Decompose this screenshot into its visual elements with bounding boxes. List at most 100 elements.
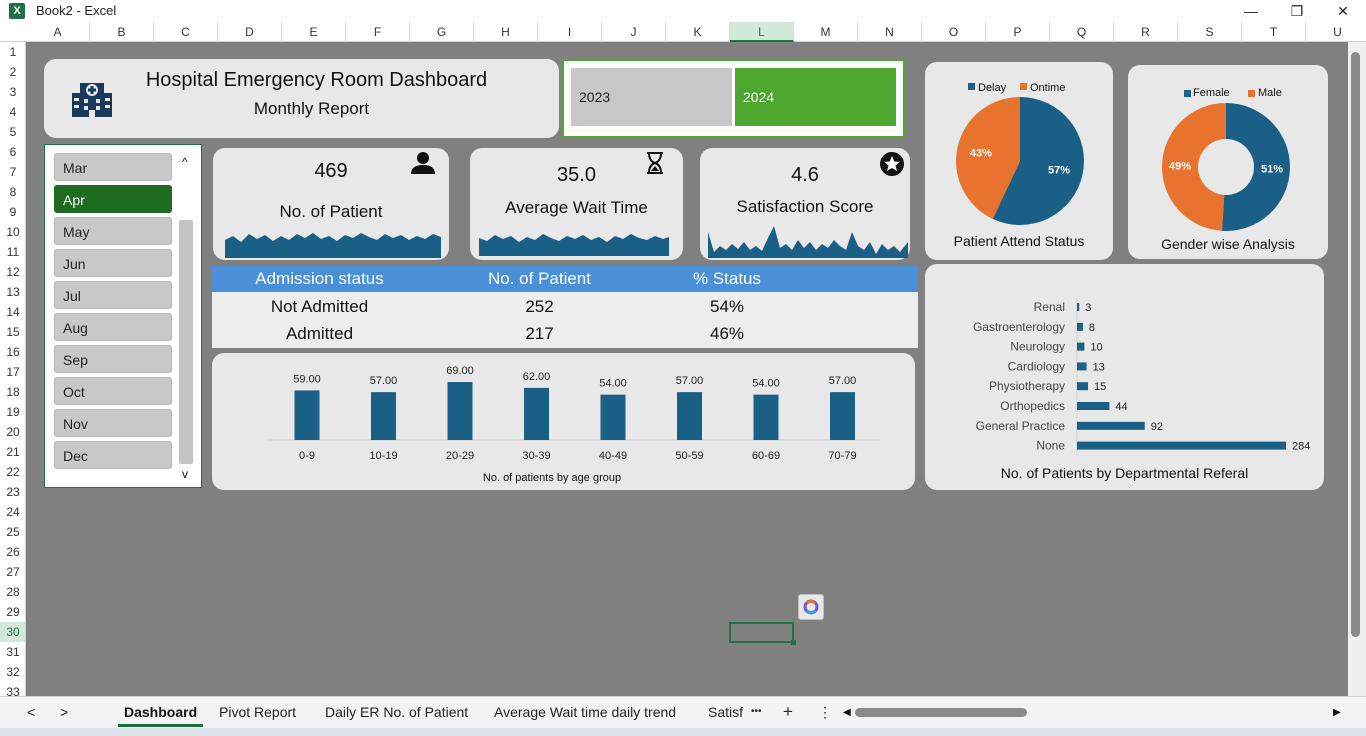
month-item-aug[interactable]: Aug	[54, 313, 172, 341]
tab-daily-er[interactable]: Daily ER No. of Patient	[325, 697, 468, 727]
row-header-26[interactable]: 26	[0, 542, 25, 562]
page-title: Hospital Emergency Room Dashboard	[145, 69, 488, 91]
row-header-8[interactable]: 8	[0, 182, 25, 202]
donut-hole	[1198, 139, 1254, 195]
restore-button[interactable]: ❐	[1274, 0, 1320, 22]
year-button-2023[interactable]: 2023	[571, 68, 732, 126]
row-header-14[interactable]: 14	[0, 302, 25, 322]
row-header-11[interactable]: 11	[0, 242, 25, 262]
row-header-20[interactable]: 20	[0, 422, 25, 442]
row-header-25[interactable]: 25	[0, 522, 25, 542]
fill-handle[interactable]	[791, 640, 796, 645]
add-sheet-button[interactable]: +	[783, 697, 793, 727]
copilot-button[interactable]	[798, 594, 824, 620]
scroll-up-icon[interactable]: ^	[182, 155, 188, 169]
sheet-menu-button[interactable]: ⋮	[818, 697, 832, 727]
row-header-5[interactable]: 5	[0, 122, 25, 142]
close-button[interactable]: ✕	[1320, 0, 1366, 22]
row-header-3[interactable]: 3	[0, 82, 25, 102]
column-header-l[interactable]: L	[730, 22, 794, 42]
row-header-31[interactable]: 31	[0, 642, 25, 662]
column-header-j[interactable]: J	[602, 22, 666, 42]
row-header-1[interactable]: 1	[0, 42, 25, 62]
row-header-28[interactable]: 28	[0, 582, 25, 602]
horizontal-scroll-thumb[interactable]	[855, 708, 1027, 717]
row-header-21[interactable]: 21	[0, 442, 25, 462]
vertical-scroll-thumb[interactable]	[1351, 52, 1360, 637]
column-header-p[interactable]: P	[986, 22, 1050, 42]
slicer-scrollbar[interactable]: ^ v	[179, 153, 193, 481]
column-header-q[interactable]: Q	[1050, 22, 1114, 42]
column-header-r[interactable]: R	[1114, 22, 1178, 42]
column-header-f[interactable]: F	[346, 22, 410, 42]
row-header-16[interactable]: 16	[0, 342, 25, 362]
scroll-right-icon[interactable]: ▶	[1333, 707, 1341, 718]
column-header-k[interactable]: K	[666, 22, 730, 42]
column-header-e[interactable]: E	[282, 22, 346, 42]
next-sheet-button[interactable]: >	[60, 697, 68, 727]
tab-satisf[interactable]: Satisf	[708, 697, 743, 727]
column-header-t[interactable]: T	[1242, 22, 1306, 42]
tab-average-wait[interactable]: Average Wait time daily trend	[494, 697, 676, 727]
bar-0-9	[294, 390, 320, 440]
column-header-b[interactable]: B	[90, 22, 154, 42]
row-header-6[interactable]: 6	[0, 142, 25, 162]
column-header-m[interactable]: M	[794, 22, 858, 42]
scroll-left-icon[interactable]: ◀	[843, 707, 851, 718]
row-header-24[interactable]: 24	[0, 502, 25, 522]
row-header-7[interactable]: 7	[0, 162, 25, 182]
column-header-n[interactable]: N	[858, 22, 922, 42]
column-header-i[interactable]: I	[538, 22, 602, 42]
column-header-g[interactable]: G	[410, 22, 474, 42]
minimize-button[interactable]: —	[1228, 0, 1274, 22]
bar-value-label: 54.00	[599, 378, 627, 390]
row-header-2[interactable]: 2	[0, 62, 25, 82]
y-tick-label: General Practice	[976, 419, 1066, 433]
active-cell[interactable]	[729, 622, 794, 643]
row-header-10[interactable]: 10	[0, 222, 25, 242]
row-header-19[interactable]: 19	[0, 402, 25, 422]
row-header-23[interactable]: 23	[0, 482, 25, 502]
row-header-27[interactable]: 27	[0, 562, 25, 582]
tab-pivot-report[interactable]: Pivot Report	[219, 697, 296, 727]
row-header-12[interactable]: 12	[0, 262, 25, 282]
row-header-4[interactable]: 4	[0, 102, 25, 122]
row-header-9[interactable]: 9	[0, 202, 25, 222]
column-header-o[interactable]: O	[922, 22, 986, 42]
bar-none	[1077, 441, 1286, 450]
tab-dashboard[interactable]: Dashboard	[118, 697, 204, 727]
column-header-s[interactable]: S	[1178, 22, 1242, 42]
bar-30-39	[524, 387, 549, 440]
month-item-apr[interactable]: Apr	[54, 185, 172, 213]
month-item-mar[interactable]: Mar	[54, 153, 172, 181]
row-header-32[interactable]: 32	[0, 662, 25, 682]
month-item-nov[interactable]: Nov	[54, 409, 172, 437]
row-header-15[interactable]: 15	[0, 322, 25, 342]
x-tick-label: 0-9	[299, 450, 315, 462]
row-header-22[interactable]: 22	[0, 462, 25, 482]
row-header-29[interactable]: 29	[0, 602, 25, 622]
row-header-13[interactable]: 13	[0, 282, 25, 302]
row-header-18[interactable]: 18	[0, 382, 25, 402]
row-header-33[interactable]: 33	[0, 682, 25, 696]
pie-label-ontime: 43%	[970, 147, 992, 159]
row-header-17[interactable]: 17	[0, 362, 25, 382]
prev-sheet-button[interactable]: <	[27, 697, 35, 727]
column-header-h[interactable]: H	[474, 22, 538, 42]
row-header-30[interactable]: 30	[0, 622, 25, 642]
month-item-oct[interactable]: Oct	[54, 377, 172, 405]
slicer-scroll-thumb[interactable]	[179, 220, 193, 464]
month-item-sep[interactable]: Sep	[54, 345, 172, 373]
year-button-2024[interactable]: 2024	[735, 68, 896, 126]
month-item-may[interactable]: May	[54, 217, 172, 245]
column-header-a[interactable]: A	[26, 22, 90, 42]
column-header-u[interactable]: U	[1306, 22, 1366, 42]
more-sheets-button[interactable]: •••	[751, 697, 762, 727]
month-item-jun[interactable]: Jun	[54, 249, 172, 277]
x-tick-label: 40-49	[599, 450, 627, 462]
column-header-c[interactable]: C	[154, 22, 218, 42]
month-item-dec[interactable]: Dec	[54, 441, 172, 469]
month-item-jul[interactable]: Jul	[54, 281, 172, 309]
scroll-down-icon[interactable]: v	[182, 467, 188, 481]
column-header-d[interactable]: D	[218, 22, 282, 42]
